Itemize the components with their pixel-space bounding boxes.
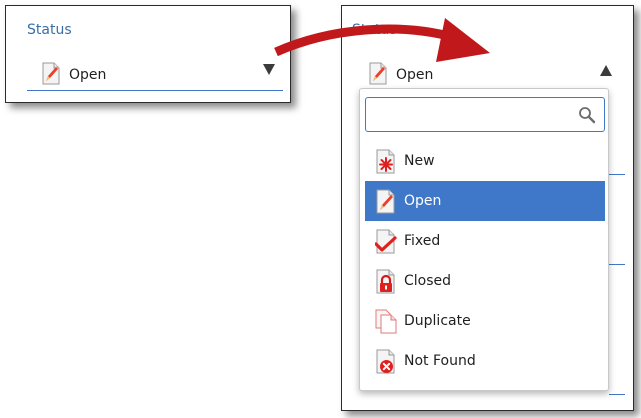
caret-up-icon[interactable] [600,65,612,76]
asterisk-document-icon [376,149,395,174]
status-label: Status [352,22,397,38]
background-field-divider [609,264,625,265]
status-label: Status [27,22,72,38]
dropdown-search[interactable] [365,97,605,132]
dropdown-search-input[interactable] [372,102,566,128]
pencil-document-icon [376,189,395,214]
status-option-label: Open [404,193,442,209]
checkmark-document-icon [375,229,397,254]
status-option-not-found[interactable]: Not Found [365,341,605,381]
status-option-label: Not Found [404,353,476,369]
status-option-label: Closed [404,273,452,289]
status-option-open[interactable]: Open [365,181,605,221]
status-option-closed[interactable]: Closed [365,261,605,301]
status-option-duplicate[interactable]: Duplicate [365,301,605,341]
status-select[interactable]: Open [354,52,624,92]
status-option-new[interactable]: New [365,141,605,181]
status-option-label: Duplicate [404,313,471,329]
pencil-document-icon [42,62,60,85]
pencil-document-icon [369,62,387,85]
x-circle-document-icon [376,349,395,374]
search-icon [579,107,596,124]
background-field-divider [609,394,625,395]
status-field-collapsed: Status Open [5,5,291,103]
status-select[interactable]: Open [27,52,283,91]
status-option-label: Fixed [404,233,441,249]
duplicate-document-icon [375,309,397,334]
status-dropdown-menu: New Open Fixed Closed Duplicate Not Foun… [359,88,609,391]
status-field-expanded: Status Open New Open Fixed Closed Duplic… [341,5,634,411]
status-options-list: New Open Fixed Closed Duplicate Not Foun… [365,141,605,381]
status-selected-value: Open [396,67,434,83]
background-field-divider [609,174,625,175]
status-option-label: New [404,153,435,169]
lock-document-icon [376,269,395,294]
status-selected-value: Open [69,67,107,83]
caret-down-icon[interactable] [263,64,275,75]
status-option-fixed[interactable]: Fixed [365,221,605,261]
